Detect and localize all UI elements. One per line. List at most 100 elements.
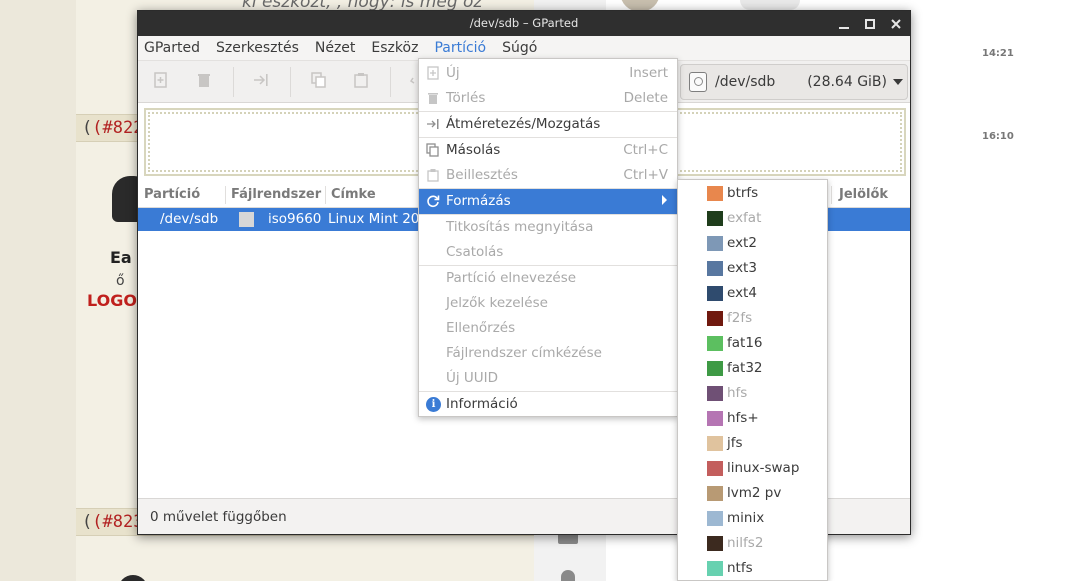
- menu-partition[interactable]: Partíció: [430, 38, 490, 62]
- format-icon: [427, 195, 440, 208]
- submenu-item-fat32[interactable]: fat32: [678, 356, 827, 381]
- new-icon: [154, 72, 167, 88]
- info-icon: i: [426, 397, 441, 412]
- title-bar[interactable]: /dev/sdb – GParted: [138, 11, 910, 36]
- submenu-item-label: btrfs: [727, 185, 759, 201]
- toolbar-separator: [290, 67, 291, 97]
- submenu-item-ext4[interactable]: ext4: [678, 281, 827, 306]
- minimize-icon: [839, 26, 849, 29]
- filesystem-color-swatch: [707, 461, 723, 476]
- filesystem-color-swatch: [707, 486, 723, 501]
- filesystem-color-swatch: [707, 411, 723, 426]
- menu-gparted[interactable]: GParted: [144, 38, 200, 58]
- menu-item-paste[interactable]: Beillesztés Ctrl+V: [419, 163, 677, 188]
- delete-partition-button[interactable]: [195, 72, 213, 90]
- menu-item-resize-move[interactable]: Átméretezés/Mozgatás: [419, 112, 677, 137]
- filesystem-color-swatch: [707, 261, 723, 276]
- device-selector[interactable]: /dev/sdb (28.64 GiB): [680, 64, 908, 100]
- menu-item-name-partition[interactable]: Partíció elnevezése: [419, 266, 677, 291]
- filesystem-color-swatch: [707, 561, 723, 576]
- minimize-button[interactable]: [836, 16, 852, 32]
- submenu-item-fat16[interactable]: fat16: [678, 331, 827, 356]
- copy-partition-button[interactable]: [310, 72, 328, 90]
- filesystem-color-swatch: [707, 186, 723, 201]
- menu-item-delete[interactable]: Törlés Delete: [419, 86, 677, 111]
- cell-partition: /dev/sdb: [160, 211, 219, 227]
- resize-partition-button[interactable]: [252, 72, 270, 90]
- submenu-item-ntfs[interactable]: ntfs: [678, 556, 827, 580]
- new-partition-button[interactable]: [152, 72, 170, 90]
- background-username[interactable]: Ea: [110, 248, 132, 267]
- submenu-item-label: fat16: [727, 335, 763, 351]
- submenu-item-btrfs[interactable]: btrfs: [678, 181, 827, 206]
- submenu-item-ext2[interactable]: ext2: [678, 231, 827, 256]
- background-pill: [740, 0, 800, 10]
- menu-item-manage-flags[interactable]: Jelzők kezelése: [419, 291, 677, 316]
- submenu-item-ext3[interactable]: ext3: [678, 256, 827, 281]
- submenu-item-label: ext4: [727, 285, 757, 301]
- toolbar-separator: [233, 67, 234, 97]
- maximize-button[interactable]: [862, 16, 878, 32]
- column-separator: [325, 186, 326, 204]
- background-left-strip: [0, 0, 76, 581]
- menu-item-copy[interactable]: Másolás Ctrl+C: [419, 138, 677, 163]
- maximize-icon: [865, 18, 875, 29]
- close-button[interactable]: [888, 16, 904, 32]
- submenu-item-hfs[interactable]: hfs: [678, 381, 827, 406]
- chevron-down-icon: [893, 79, 903, 85]
- column-separator: [225, 186, 226, 204]
- background-post-number-2[interactable]: ((#823: [82, 512, 143, 532]
- filesystem-color-swatch: [707, 436, 723, 451]
- filesystem-color-swatch: [707, 211, 723, 226]
- menu-edit[interactable]: Szerkesztés: [216, 38, 299, 58]
- column-header-label[interactable]: Címke: [331, 187, 376, 202]
- menu-item-label-filesystem[interactable]: Fájlrendszer címkézése: [419, 341, 677, 366]
- menu-item-new[interactable]: Új Insert: [419, 61, 677, 86]
- device-size: (28.64 GiB): [807, 74, 887, 90]
- submenu-item-minix[interactable]: minix: [678, 506, 827, 531]
- delete-icon: [198, 74, 210, 87]
- timestamp: 14:21: [982, 48, 1014, 59]
- copy-icon: [311, 72, 326, 88]
- submenu-item-label: linux-swap: [727, 460, 800, 476]
- copy-icon: [426, 143, 439, 157]
- paste-partition-button[interactable]: [352, 72, 370, 90]
- background-user-subtitle: ő: [116, 273, 125, 289]
- filesystem-color-swatch: [707, 361, 723, 376]
- menu-item-mount[interactable]: Csatolás: [419, 240, 677, 265]
- submenu-item-lvm2-pv[interactable]: lvm2 pv: [678, 481, 827, 506]
- background-post-number[interactable]: ((#822: [82, 118, 143, 138]
- submenu-item-label: exfat: [727, 210, 762, 226]
- submenu-item-jfs[interactable]: jfs: [678, 431, 827, 456]
- submenu-item-hfs-[interactable]: hfs+: [678, 406, 827, 431]
- menu-item-new-uuid[interactable]: Új UUID: [419, 366, 677, 391]
- submenu-item-exfat[interactable]: exfat: [678, 206, 827, 231]
- submenu-item-label: ext3: [727, 260, 757, 276]
- submenu-item-label: lvm2 pv: [727, 485, 782, 501]
- bell-icon[interactable]: [561, 570, 575, 581]
- column-header-flags[interactable]: Jelölők: [839, 187, 888, 202]
- filesystem-color-swatch: [707, 336, 723, 351]
- menu-view[interactable]: Nézet: [315, 38, 356, 58]
- submenu-item-label: f2fs: [727, 310, 753, 326]
- menu-item-check[interactable]: Ellenőrzés: [419, 316, 677, 341]
- submenu-item-label: minix: [727, 510, 765, 526]
- paste-icon: [427, 169, 439, 182]
- toolbar-separator: [390, 67, 391, 97]
- column-header-partition[interactable]: Partíció: [144, 187, 200, 202]
- cell-filesystem: iso9660: [268, 211, 322, 227]
- submenu-item-linux-swap[interactable]: linux-swap: [678, 456, 827, 481]
- submenu-item-nilfs2[interactable]: nilfs2: [678, 531, 827, 556]
- menu-item-format[interactable]: Formázás: [419, 189, 677, 214]
- submenu-item-label: ntfs: [727, 560, 753, 576]
- filesystem-color-swatch: [707, 386, 723, 401]
- menu-item-open-encryption[interactable]: Titkosítás megnyitása: [419, 215, 677, 240]
- column-header-filesystem[interactable]: Fájlrendszer: [231, 187, 321, 202]
- filesystem-color-swatch: [707, 511, 723, 526]
- submenu-item-f2fs[interactable]: f2fs: [678, 306, 827, 331]
- menu-device[interactable]: Eszköz: [371, 38, 418, 58]
- disk-icon: [689, 72, 707, 92]
- menu-item-information[interactable]: i Információ: [419, 392, 677, 417]
- menu-help[interactable]: Súgó: [502, 38, 537, 58]
- device-path: /dev/sdb: [715, 74, 776, 90]
